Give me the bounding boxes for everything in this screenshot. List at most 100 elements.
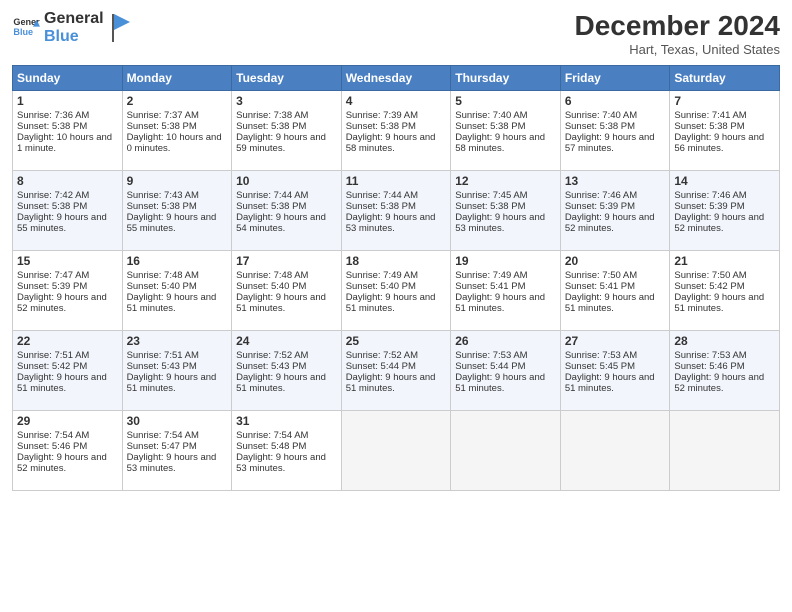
day-number: 16 (127, 254, 228, 268)
day-header-friday: Friday (560, 66, 670, 91)
daylight-label: Daylight: 9 hours and 51 minutes. (127, 372, 217, 394)
daylight-label: Daylight: 9 hours and 51 minutes. (455, 292, 545, 314)
calendar-cell: 1 Sunrise: 7:36 AM Sunset: 5:38 PM Dayli… (13, 91, 123, 171)
calendar-cell: 3 Sunrise: 7:38 AM Sunset: 5:38 PM Dayli… (232, 91, 342, 171)
sunset-label: Sunset: 5:38 PM (127, 121, 197, 132)
daylight-label: Daylight: 9 hours and 59 minutes. (236, 132, 326, 154)
day-number: 5 (455, 94, 556, 108)
calendar-cell: 24 Sunrise: 7:52 AM Sunset: 5:43 PM Dayl… (232, 331, 342, 411)
calendar-cell (670, 411, 780, 491)
daylight-label: Daylight: 10 hours and 0 minutes. (127, 132, 222, 154)
calendar-cell (560, 411, 670, 491)
sunrise-label: Sunrise: 7:47 AM (17, 270, 89, 281)
sunset-label: Sunset: 5:42 PM (17, 361, 87, 372)
sunset-label: Sunset: 5:38 PM (127, 201, 197, 212)
day-header-monday: Monday (122, 66, 232, 91)
sunset-label: Sunset: 5:40 PM (346, 281, 416, 292)
daylight-label: Daylight: 9 hours and 53 minutes. (455, 212, 545, 234)
sunrise-label: Sunrise: 7:54 AM (17, 430, 89, 441)
calendar-cell: 9 Sunrise: 7:43 AM Sunset: 5:38 PM Dayli… (122, 171, 232, 251)
day-number: 8 (17, 174, 118, 188)
sunset-label: Sunset: 5:46 PM (674, 361, 744, 372)
calendar-cell (341, 411, 451, 491)
sunset-label: Sunset: 5:44 PM (455, 361, 525, 372)
daylight-label: Daylight: 9 hours and 58 minutes. (346, 132, 436, 154)
day-number: 19 (455, 254, 556, 268)
daylight-label: Daylight: 9 hours and 53 minutes. (236, 452, 326, 474)
sunset-label: Sunset: 5:43 PM (236, 361, 306, 372)
sunrise-label: Sunrise: 7:52 AM (346, 350, 418, 361)
sunrise-label: Sunrise: 7:52 AM (236, 350, 308, 361)
day-number: 1 (17, 94, 118, 108)
calendar-cell: 4 Sunrise: 7:39 AM Sunset: 5:38 PM Dayli… (341, 91, 451, 171)
day-header-thursday: Thursday (451, 66, 561, 91)
sunrise-label: Sunrise: 7:53 AM (565, 350, 637, 361)
calendar-cell: 30 Sunrise: 7:54 AM Sunset: 5:47 PM Dayl… (122, 411, 232, 491)
sunset-label: Sunset: 5:38 PM (236, 201, 306, 212)
sunset-label: Sunset: 5:40 PM (127, 281, 197, 292)
calendar-cell: 16 Sunrise: 7:48 AM Sunset: 5:40 PM Dayl… (122, 251, 232, 331)
day-number: 21 (674, 254, 775, 268)
day-number: 26 (455, 334, 556, 348)
calendar-cell: 5 Sunrise: 7:40 AM Sunset: 5:38 PM Dayli… (451, 91, 561, 171)
day-number: 9 (127, 174, 228, 188)
daylight-label: Daylight: 9 hours and 58 minutes. (455, 132, 545, 154)
day-number: 11 (346, 174, 447, 188)
daylight-label: Daylight: 9 hours and 52 minutes. (17, 292, 107, 314)
sunset-label: Sunset: 5:38 PM (17, 121, 87, 132)
daylight-label: Daylight: 9 hours and 52 minutes. (674, 372, 764, 394)
sunset-label: Sunset: 5:38 PM (346, 201, 416, 212)
sunset-label: Sunset: 5:47 PM (127, 441, 197, 452)
day-number: 15 (17, 254, 118, 268)
calendar-cell: 28 Sunrise: 7:53 AM Sunset: 5:46 PM Dayl… (670, 331, 780, 411)
logo: General Blue General Blue (12, 10, 130, 47)
calendar-cell: 2 Sunrise: 7:37 AM Sunset: 5:38 PM Dayli… (122, 91, 232, 171)
sunrise-label: Sunrise: 7:54 AM (127, 430, 199, 441)
sunset-label: Sunset: 5:39 PM (565, 201, 635, 212)
calendar-cell (451, 411, 561, 491)
sunset-label: Sunset: 5:38 PM (674, 121, 744, 132)
daylight-label: Daylight: 9 hours and 52 minutes. (674, 212, 764, 234)
day-number: 25 (346, 334, 447, 348)
calendar-cell: 27 Sunrise: 7:53 AM Sunset: 5:45 PM Dayl… (560, 331, 670, 411)
sunset-label: Sunset: 5:48 PM (236, 441, 306, 452)
sunset-label: Sunset: 5:38 PM (346, 121, 416, 132)
sunset-label: Sunset: 5:38 PM (236, 121, 306, 132)
day-number: 17 (236, 254, 337, 268)
day-number: 31 (236, 414, 337, 428)
sunset-label: Sunset: 5:38 PM (455, 201, 525, 212)
day-number: 28 (674, 334, 775, 348)
sunrise-label: Sunrise: 7:40 AM (455, 110, 527, 121)
logo-text-general: General (44, 10, 104, 28)
day-number: 27 (565, 334, 666, 348)
day-header-wednesday: Wednesday (341, 66, 451, 91)
day-number: 3 (236, 94, 337, 108)
day-number: 14 (674, 174, 775, 188)
daylight-label: Daylight: 9 hours and 54 minutes. (236, 212, 326, 234)
sunrise-label: Sunrise: 7:44 AM (346, 190, 418, 201)
logo-flag-icon (108, 14, 130, 42)
daylight-label: Daylight: 9 hours and 52 minutes. (17, 452, 107, 474)
daylight-label: Daylight: 9 hours and 51 minutes. (565, 372, 655, 394)
sunrise-label: Sunrise: 7:50 AM (565, 270, 637, 281)
sunset-label: Sunset: 5:39 PM (674, 201, 744, 212)
month-title: December 2024 (575, 10, 780, 42)
daylight-label: Daylight: 9 hours and 51 minutes. (674, 292, 764, 314)
page-container: General Blue General Blue December 2024 … (0, 0, 792, 501)
daylight-label: Daylight: 9 hours and 51 minutes. (346, 372, 436, 394)
daylight-label: Daylight: 9 hours and 56 minutes. (674, 132, 764, 154)
daylight-label: Daylight: 9 hours and 57 minutes. (565, 132, 655, 154)
day-number: 13 (565, 174, 666, 188)
svg-text:Blue: Blue (13, 27, 33, 37)
daylight-label: Daylight: 9 hours and 51 minutes. (236, 292, 326, 314)
day-number: 24 (236, 334, 337, 348)
day-number: 7 (674, 94, 775, 108)
sunset-label: Sunset: 5:38 PM (455, 121, 525, 132)
sunset-label: Sunset: 5:44 PM (346, 361, 416, 372)
calendar-cell: 21 Sunrise: 7:50 AM Sunset: 5:42 PM Dayl… (670, 251, 780, 331)
page-header: General Blue General Blue December 2024 … (12, 10, 780, 57)
calendar-cell: 6 Sunrise: 7:40 AM Sunset: 5:38 PM Dayli… (560, 91, 670, 171)
day-header-sunday: Sunday (13, 66, 123, 91)
title-block: December 2024 Hart, Texas, United States (575, 10, 780, 57)
day-number: 22 (17, 334, 118, 348)
